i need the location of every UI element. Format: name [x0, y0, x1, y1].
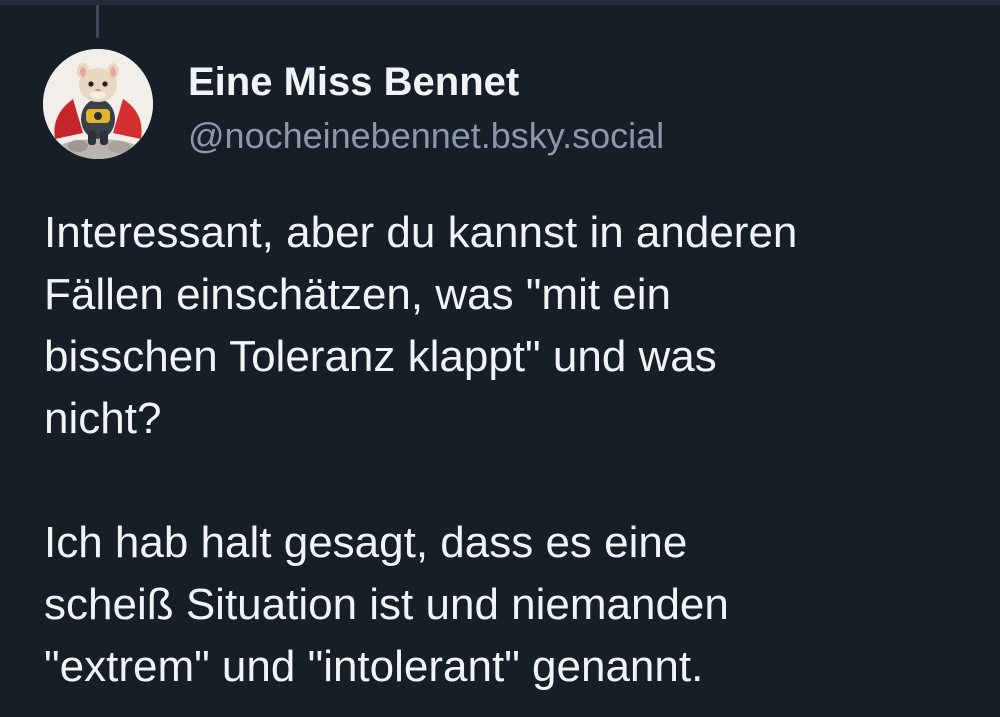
post-author: Eine Miss Bennet @nocheinebennet.bsky.so… [188, 58, 664, 158]
author-display-name[interactable]: Eine Miss Bennet [188, 58, 664, 106]
post-paragraph-1: Interessant, aber du kannst in anderen F… [44, 202, 974, 450]
post-text: Interessant, aber du kannst in anderen F… [44, 202, 974, 698]
post-text-line: nicht? [44, 394, 162, 443]
post-text-line: scheiß Situation ist und niemanden [44, 580, 729, 629]
post-text-line: Ich hab halt gesagt, dass es eine [44, 518, 688, 567]
hamster-superhero-avatar-icon [43, 49, 153, 159]
post-text-line: "extrem" und "intolerant" genannt. [44, 642, 704, 691]
author-avatar[interactable] [43, 49, 153, 159]
post-paragraph-2: Ich hab halt gesagt, dass es eine scheiß… [44, 512, 974, 698]
post-text-line: Fällen einschätzen, was "mit ein [44, 270, 672, 319]
post: Eine Miss Bennet @nocheinebennet.bsky.so… [0, 0, 1000, 717]
post-text-line: bisschen Toleranz klappt" und was [44, 332, 717, 381]
post-text-line: Interessant, aber du kannst in anderen [44, 208, 798, 257]
author-handle[interactable]: @nocheinebennet.bsky.social [188, 114, 664, 158]
